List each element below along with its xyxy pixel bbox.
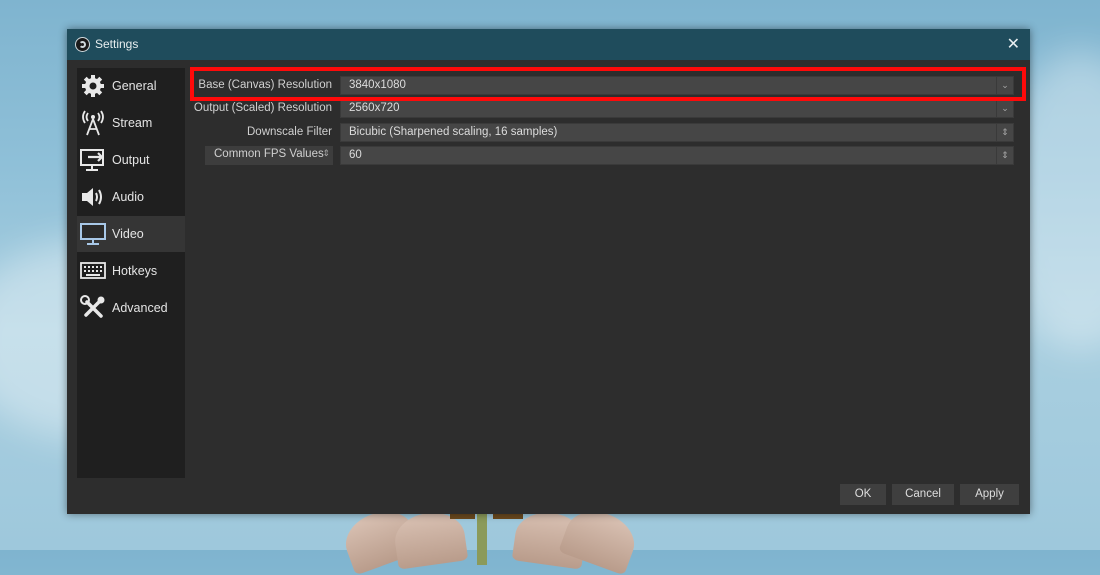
sidebar-item-advanced[interactable]: Advanced [77,290,185,326]
updown-arrow-icon: ⇕ [322,148,330,158]
downscale-filter-row: Downscale Filter Bicubic (Sharpened scal… [189,123,1020,144]
monitor-icon [80,221,106,247]
base-resolution-value: 3840x1080 [349,79,406,91]
close-icon[interactable]: ✕ [1007,34,1020,54]
base-resolution-row: Base (Canvas) Resolution 3840x1080 ⌄ [189,76,1020,97]
sidebar-item-output[interactable]: Output [77,142,185,178]
keyboard-icon [80,258,106,284]
fps-value: 60 [349,149,362,161]
sidebar-item-hotkeys[interactable]: Hotkeys [77,253,185,289]
sidebar-item-label: Advanced [112,301,168,315]
sidebar-item-label: Video [112,227,144,241]
antenna-icon [80,110,106,136]
speaker-icon [80,184,106,210]
output-resolution-row: Output (Scaled) Resolution 2560x720 ⌄ [189,99,1020,120]
downscale-filter-select[interactable]: Bicubic (Sharpened scaling, 16 samples) … [340,123,1014,142]
base-resolution-combobox[interactable]: 3840x1080 ⌄ [340,76,1014,95]
fps-type-label: Common FPS Values [214,148,324,160]
sidebar-item-label: Output [112,153,150,167]
output-resolution-combobox[interactable]: 2560x720 ⌄ [340,99,1014,118]
sidebar-item-label: Hotkeys [112,264,158,278]
updown-arrow-icon[interactable]: ⇕ [996,124,1013,141]
video-settings-panel: Base (Canvas) Resolution 3840x1080 ⌄ Out… [189,68,1020,478]
fps-type-select[interactable]: Common FPS Values ⇕ [205,146,333,165]
settings-sidebar: General Stream Output Audio Video Hotkey… [77,68,185,478]
gear-icon [80,73,106,99]
tools-icon [80,295,106,321]
apply-button[interactable]: Apply [960,484,1019,505]
fps-value-select[interactable]: 60 ⇕ [340,146,1014,165]
monitor-output-icon [80,147,106,173]
downscale-filter-label: Downscale Filter [247,126,332,138]
sidebar-item-label: General [112,79,157,93]
updown-arrow-icon[interactable]: ⇕ [996,147,1013,164]
settings-window: Settings ✕ General Stream Output Audio V… [67,29,1030,514]
base-resolution-label: Base (Canvas) Resolution [198,79,332,91]
output-resolution-label: Output (Scaled) Resolution [193,102,332,114]
sidebar-item-audio[interactable]: Audio [77,179,185,215]
obs-logo-icon [75,37,90,52]
cancel-button[interactable]: Cancel [892,484,954,505]
chevron-down-icon[interactable]: ⌄ [996,77,1013,94]
fps-row: Common FPS Values ⇕ 60 ⇕ [189,146,1020,167]
background-flower [338,502,642,575]
sidebar-item-general[interactable]: General [77,68,185,104]
title-bar: Settings ✕ [67,29,1030,60]
window-title: Settings [95,37,139,51]
sidebar-item-video[interactable]: Video [77,216,185,252]
sidebar-item-label: Stream [112,116,153,130]
chevron-down-icon[interactable]: ⌄ [996,100,1013,117]
sidebar-item-stream[interactable]: Stream [77,105,185,141]
downscale-filter-value: Bicubic (Sharpened scaling, 16 samples) [349,126,558,138]
sidebar-item-label: Audio [112,190,144,204]
ok-button[interactable]: OK [840,484,886,505]
output-resolution-value: 2560x720 [349,102,400,114]
